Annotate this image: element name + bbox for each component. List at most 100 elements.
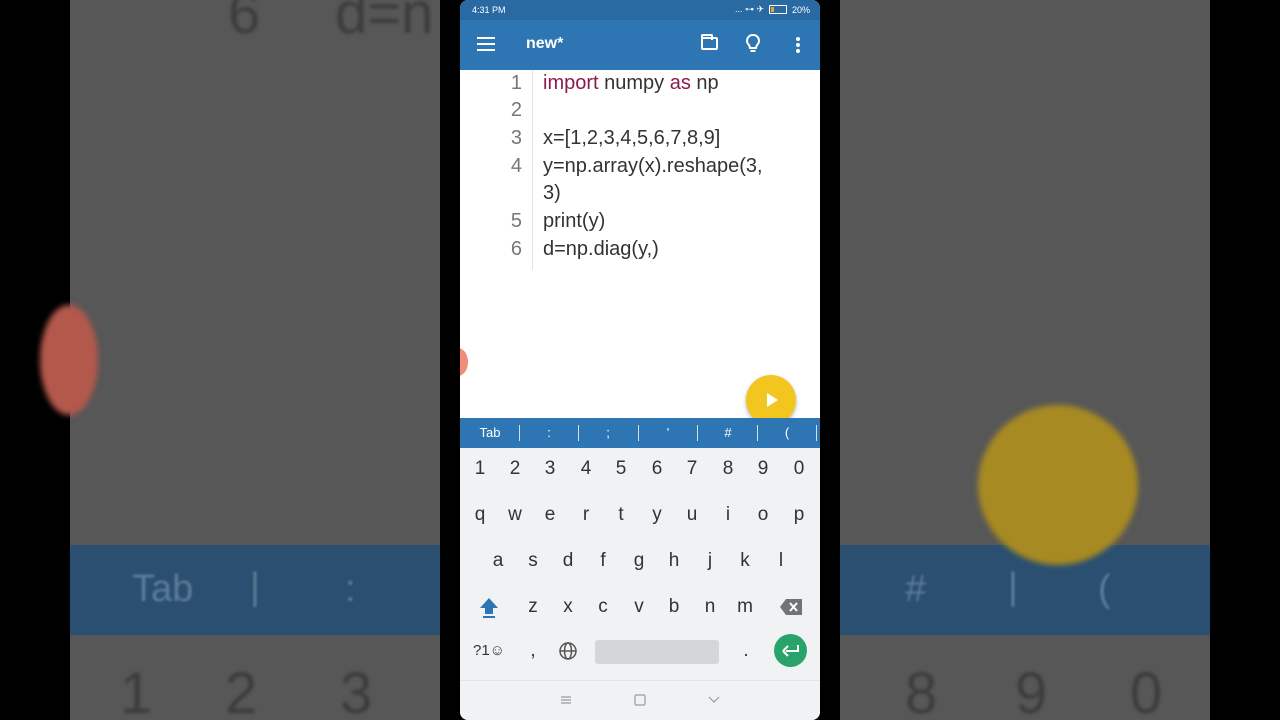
key-r[interactable]: r	[570, 495, 602, 535]
bg-text: 0	[1130, 661, 1163, 720]
home-icon[interactable]	[625, 689, 655, 711]
key-c[interactable]: c	[587, 587, 619, 627]
bg-band-text: |	[1008, 566, 1018, 608]
code-editor[interactable]: 1 import numpy as np 2 3 x=[1,2,3,4,5,6,…	[460, 70, 820, 418]
key-s[interactable]: s	[517, 541, 549, 581]
shift-arrow-icon	[480, 597, 498, 618]
symbol-key-tab[interactable]: Tab	[470, 418, 510, 448]
enter-key[interactable]	[774, 634, 807, 667]
bg-band-text: :	[345, 568, 356, 610]
key-i[interactable]: i	[712, 495, 744, 535]
system-nav-bar	[460, 680, 820, 720]
space-bar[interactable]	[595, 640, 719, 664]
line-number: 1	[510, 72, 522, 94]
key-n[interactable]: n	[694, 587, 726, 627]
phone-screen: 4:31 PM ... ⊶ ✈ 20% new* 1 import numpy …	[460, 0, 820, 720]
symbol-key-hash[interactable]: #	[714, 418, 742, 448]
soft-keyboard: 1 2 3 4 5 6 7 8 9 0 q w e r t y u i o p …	[460, 448, 820, 680]
symbol-separator	[757, 425, 758, 441]
key-7[interactable]: 7	[676, 449, 708, 489]
backspace-key[interactable]	[775, 587, 807, 627]
bg-band-text: (	[1098, 568, 1111, 610]
symbol-separator	[578, 425, 579, 441]
key-5[interactable]: 5	[605, 449, 637, 489]
key-period[interactable]: .	[730, 631, 762, 671]
key-j[interactable]: j	[694, 541, 726, 581]
bg-band-text: Tab	[132, 568, 194, 610]
symbol-key-quote[interactable]: '	[654, 418, 682, 448]
shift-key[interactable]	[473, 587, 505, 627]
bg-text: 9	[1015, 661, 1048, 720]
symbol-key-colon[interactable]: :	[535, 418, 563, 448]
key-3[interactable]: 3	[534, 449, 566, 489]
key-f[interactable]: f	[587, 541, 619, 581]
menu-nav-icon[interactable]	[551, 689, 581, 711]
line-number: 5	[510, 210, 522, 232]
line-code: x=[1,2,3,4,5,6,7,8,9]	[543, 127, 721, 149]
key-k[interactable]: k	[729, 541, 761, 581]
folder-icon[interactable]	[701, 34, 718, 50]
key-b[interactable]: b	[658, 587, 690, 627]
bg-text: 3	[340, 661, 373, 720]
key-x[interactable]: x	[552, 587, 584, 627]
key-u[interactable]: u	[676, 495, 708, 535]
status-bar: 4:31 PM ... ⊶ ✈ 20%	[460, 0, 820, 20]
bg-band-text: #	[905, 568, 927, 610]
key-m[interactable]: m	[729, 587, 761, 627]
key-6[interactable]: 6	[641, 449, 673, 489]
battery-icon	[768, 5, 787, 14]
bg-band-text: |	[250, 566, 260, 608]
app-bar: new*	[460, 20, 820, 70]
key-4[interactable]: 4	[570, 449, 602, 489]
more-vert-icon[interactable]	[796, 37, 800, 53]
key-g[interactable]: g	[623, 541, 655, 581]
bg-text: d=n	[335, 0, 434, 46]
symbol-key-paren[interactable]: (	[773, 418, 801, 448]
key-0[interactable]: 0	[783, 449, 815, 489]
symbols-key[interactable]: ?1☺	[469, 631, 509, 671]
symbol-key-semicolon[interactable]: ;	[594, 418, 622, 448]
line-code: 3)	[543, 182, 561, 204]
symbol-separator	[638, 425, 639, 441]
key-z[interactable]: z	[517, 587, 549, 627]
battery-percent: 20%	[791, 4, 810, 15]
key-comma[interactable]: ,	[517, 631, 549, 671]
key-p[interactable]: p	[783, 495, 815, 535]
symbol-separator	[816, 425, 817, 441]
menu-icon[interactable]	[477, 37, 495, 51]
line-number: 2	[510, 99, 522, 121]
key-h[interactable]: h	[658, 541, 690, 581]
key-v[interactable]: v	[623, 587, 655, 627]
line-code: print(y)	[543, 210, 606, 232]
background-left: 6 d=n 1 2 3 Tab | :	[0, 0, 440, 720]
symbol-separator	[519, 425, 520, 441]
key-e[interactable]: e	[534, 495, 566, 535]
key-9[interactable]: 9	[747, 449, 779, 489]
backspace-icon	[780, 598, 802, 615]
status-indicators: ... ⊶ ✈	[734, 4, 764, 14]
lightbulb-icon[interactable]	[746, 34, 760, 54]
bg-text: 6	[228, 0, 261, 46]
key-a[interactable]: a	[482, 541, 514, 581]
key-d[interactable]: d	[552, 541, 584, 581]
key-t[interactable]: t	[605, 495, 637, 535]
key-1[interactable]: 1	[464, 449, 496, 489]
key-8[interactable]: 8	[712, 449, 744, 489]
play-icon	[767, 393, 778, 407]
key-w[interactable]: w	[499, 495, 531, 535]
key-o[interactable]: o	[747, 495, 779, 535]
key-l[interactable]: l	[765, 541, 797, 581]
enter-icon	[781, 645, 799, 657]
gutter-divider	[532, 70, 533, 270]
language-key[interactable]	[552, 631, 584, 671]
bg-text: 8	[905, 661, 938, 720]
symbol-bar: Tab : ; ' # (	[460, 418, 820, 448]
back-chevron-down-icon[interactable]	[699, 689, 729, 711]
key-y[interactable]: y	[641, 495, 673, 535]
line-number: 6	[510, 238, 522, 260]
key-2[interactable]: 2	[499, 449, 531, 489]
line-number: 4	[510, 155, 522, 177]
line-code: y=np.array(x).reshape(3,	[543, 155, 763, 177]
code-text: numpy	[598, 72, 670, 94]
key-q[interactable]: q	[464, 495, 496, 535]
